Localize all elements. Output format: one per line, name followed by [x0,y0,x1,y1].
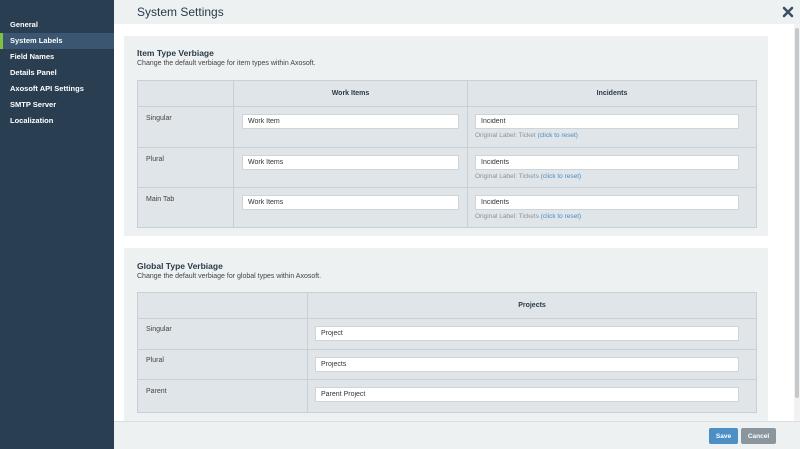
table-header-row: Work Items Incidents [138,81,756,106]
work-item-singular-input[interactable] [242,114,459,129]
close-button[interactable] [780,4,796,20]
column-header: Incidents [596,90,628,97]
incident-plural-input[interactable] [475,155,739,170]
footer: Save Cancel [114,421,800,449]
table-row: Plural Original Label: Tickets (click to… [138,147,756,187]
row-label: Plural [146,156,164,163]
column-header: Work Items [331,90,370,97]
scrollbar-thumb[interactable] [795,28,799,398]
cancel-button[interactable]: Cancel [741,428,776,444]
sidebar-item-smtp-server[interactable]: SMTP Server [0,97,114,113]
item-type-title: Item Type Verbiage [137,48,214,58]
project-singular-input[interactable] [315,326,739,341]
row-label: Plural [146,357,164,364]
row-label: Parent [146,388,167,395]
sidebar-item-field-names[interactable]: Field Names [0,49,114,65]
sidebar-item-system-labels[interactable]: System Labels [0,33,114,49]
reset-link[interactable]: (click to reset) [541,213,581,220]
incident-singular-input[interactable] [475,114,739,129]
sidebar-item-details-panel[interactable]: Details Panel [0,65,114,81]
page-title: System Settings [137,5,224,19]
incident-main-tab-input[interactable] [475,195,739,210]
column-header: Projects [518,302,546,309]
close-icon [782,6,794,18]
sidebar-item-general[interactable]: General [0,17,114,33]
item-type-section: Item Type Verbiage Change the default ve… [124,36,768,236]
item-type-table: Work Items Incidents Singular Original L… [137,80,757,228]
table-row: Plural [138,349,756,379]
row-label: Main Tab [146,196,175,203]
table-row: Singular Original Label: Ticket (click t… [138,106,756,147]
header: System Settings [114,0,800,24]
project-plural-input[interactable] [315,357,739,372]
row-label: Singular [146,326,172,333]
table-row: Main Tab Original Label: Tickets (click … [138,187,756,227]
settings-content: Item Type Verbiage Change the default ve… [114,24,794,421]
global-type-table: Projects Singular Plural [137,292,757,413]
global-type-description: Change the default verbiage for global t… [137,273,322,280]
work-item-plural-input[interactable] [242,155,459,170]
sidebar-item-axosoft-api-settings[interactable]: Axosoft API Settings [0,81,114,97]
reset-link[interactable]: (click to reset) [538,132,578,139]
project-parent-input[interactable] [315,387,739,402]
table-row: Singular [138,318,756,349]
save-button[interactable]: Save [709,428,738,444]
table-header-row: Projects [138,293,756,318]
original-label-text: Original Label: Tickets (click to reset) [475,213,582,220]
global-type-title: Global Type Verbiage [137,261,223,271]
original-label-text: Original Label: Ticket (click to reset) [475,132,578,139]
row-label: Singular [146,115,172,122]
reset-link[interactable]: (click to reset) [541,173,581,180]
table-row: Parent [138,379,756,412]
item-type-description: Change the default verbiage for item typ… [137,60,316,67]
work-item-main-tab-input[interactable] [242,195,459,210]
sidebar-item-localization[interactable]: Localization [0,113,114,129]
global-type-section: Global Type Verbiage Change the default … [124,248,768,421]
sidebar: General System Labels Field Names Detail… [0,0,114,449]
original-label-text: Original Label: Tickets (click to reset) [475,173,582,180]
